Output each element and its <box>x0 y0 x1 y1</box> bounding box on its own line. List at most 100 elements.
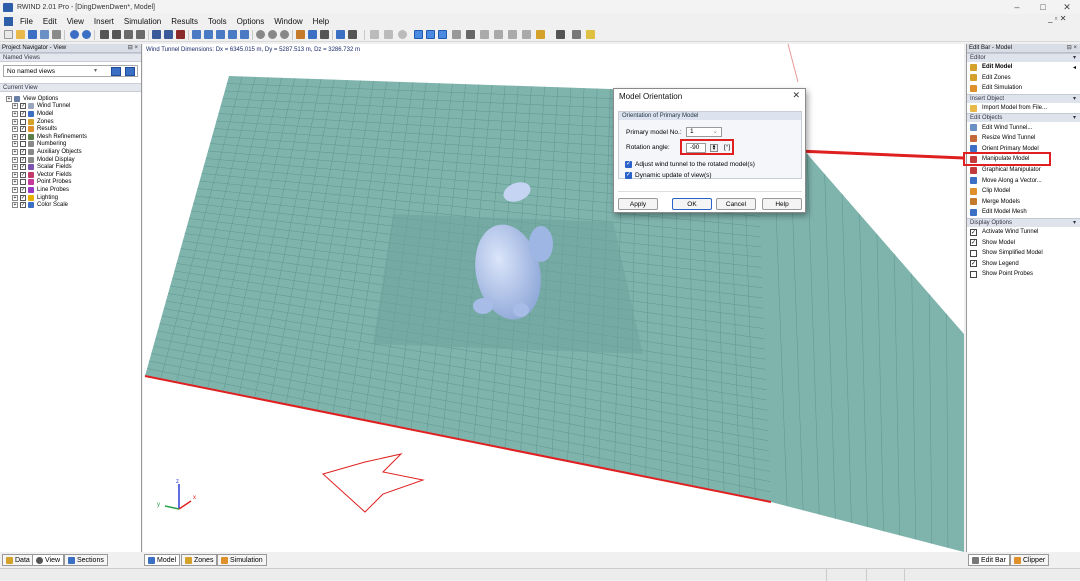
tool-o-icon[interactable] <box>572 30 581 39</box>
tool-h-icon[interactable] <box>466 30 475 39</box>
display-option-checkbox[interactable]: Show Point Probes <box>967 269 1080 280</box>
expand-icon[interactable]: + <box>12 202 18 209</box>
tree-checkbox[interactable]: ✓ <box>20 103 26 110</box>
tab-zones[interactable]: Zones <box>181 554 218 566</box>
view-top-icon[interactable] <box>228 30 237 39</box>
menu-simulation[interactable]: Simulation <box>119 17 166 26</box>
pin-icon[interactable]: ⊟ × <box>1067 45 1077 51</box>
manage-views-icon[interactable] <box>125 67 135 76</box>
adjust-tunnel-checkbox[interactable]: ✓ Adjust wind tunnel to the rotated mode… <box>625 161 755 168</box>
menu-window[interactable]: Window <box>269 17 307 26</box>
edit-bar-section-header[interactable]: Insert Object ▾ <box>967 93 1080 103</box>
tool-g-icon[interactable] <box>452 30 461 39</box>
tree-item[interactable]: + ✓ Scalar Fields <box>12 163 141 171</box>
tool-j-icon[interactable] <box>494 30 503 39</box>
edit-bar-section-header[interactable]: Display Options ▾ <box>967 217 1080 227</box>
tree-item[interactable]: + ✓ Results <box>12 125 141 133</box>
tool-i-icon[interactable] <box>480 30 489 39</box>
dropdown-icon[interactable] <box>320 30 329 39</box>
tool-a-icon[interactable] <box>370 30 379 39</box>
render-icon[interactable] <box>348 30 357 39</box>
maximize-button[interactable]: □ <box>1032 0 1054 14</box>
display-mode-icon[interactable] <box>308 30 317 39</box>
save-view-icon[interactable] <box>111 67 121 76</box>
find-icon[interactable] <box>100 30 109 39</box>
tree-item[interactable]: + Zones <box>12 118 141 126</box>
edit-bar-section-header[interactable]: Edit Objects ▾ <box>967 113 1080 123</box>
tree-item[interactable]: + View Options <box>6 95 141 103</box>
mesh-icon[interactable] <box>112 30 121 39</box>
edit-bar-item[interactable]: Clip Model <box>967 186 1080 197</box>
tree-item[interactable]: + Numbering <box>12 141 141 149</box>
expand-icon[interactable]: + <box>12 103 18 110</box>
edit-bar-item[interactable]: Move Along a Vector... <box>967 175 1080 186</box>
tree-item[interactable]: + ✓ Wind Tunnel <box>12 103 141 111</box>
edit-bar-item[interactable]: Merge Models <box>967 197 1080 208</box>
expand-icon[interactable]: + <box>12 133 18 140</box>
primary-model-select[interactable]: 1 ⌄ <box>686 127 722 137</box>
redo-icon[interactable] <box>82 30 91 39</box>
tree-checkbox[interactable]: ✓ <box>20 202 26 209</box>
edit-bar-item[interactable]: Import Model from File... <box>967 103 1080 114</box>
tab-simulation[interactable]: Simulation <box>217 554 267 566</box>
apply-button[interactable]: Apply <box>618 198 658 210</box>
tree-item[interactable]: + ✓ Line Probes <box>12 186 141 194</box>
help-button[interactable]: Help <box>762 198 802 210</box>
expand-icon[interactable]: + <box>12 118 18 125</box>
tab-sections[interactable]: Sections <box>64 554 108 566</box>
undo-icon[interactable] <box>70 30 79 39</box>
named-views-select[interactable]: No named views ▾ <box>3 65 138 77</box>
edit-bar-item[interactable]: Edit Model ◂ <box>967 62 1080 73</box>
expand-icon[interactable]: + <box>12 171 18 178</box>
ok-button[interactable]: OK <box>672 198 712 210</box>
view-bottom-icon[interactable] <box>240 30 249 39</box>
view-front-icon[interactable] <box>204 30 213 39</box>
close-icon[interactable]: ✕ <box>792 90 800 101</box>
menu-tools[interactable]: Tools <box>203 17 232 26</box>
tool-l-icon[interactable] <box>522 30 531 39</box>
tool-c-icon[interactable] <box>398 30 407 39</box>
expand-icon[interactable]: + <box>6 95 12 102</box>
tool-e-icon[interactable] <box>426 30 435 39</box>
rotate-icon[interactable] <box>256 30 265 39</box>
run-icon[interactable] <box>152 30 161 39</box>
expand-icon[interactable]: + <box>12 179 18 186</box>
display-option-checkbox[interactable]: ✓ Activate Wind Tunnel <box>967 227 1080 238</box>
menu-insert[interactable]: Insert <box>89 17 119 26</box>
tool-b-icon[interactable] <box>384 30 393 39</box>
model-viewport[interactable]: Wind Tunnel Dimensions: Dx = 6345.015 m,… <box>143 44 964 552</box>
open-icon[interactable] <box>16 30 25 39</box>
edit-bar-item[interactable]: Graphical Manipulator <box>967 165 1080 176</box>
pan-icon[interactable] <box>280 30 289 39</box>
display-icon[interactable] <box>296 30 305 39</box>
tree-checkbox[interactable]: ✓ <box>20 186 26 193</box>
tree-checkbox[interactable] <box>20 179 26 186</box>
tree-checkbox[interactable]: ✓ <box>20 148 26 155</box>
pin-icon[interactable]: ⊟ × <box>128 45 138 51</box>
calc-icon[interactable] <box>136 30 145 39</box>
wireframe-icon[interactable] <box>336 30 345 39</box>
expand-icon[interactable]: + <box>12 148 18 155</box>
expand-icon[interactable]: + <box>12 141 18 148</box>
tree-item[interactable]: + ✓ Auxiliary Objects <box>12 148 141 156</box>
tree-checkbox[interactable]: ✓ <box>20 194 26 201</box>
tree-item[interactable]: + ✓ Mesh Refinements <box>12 133 141 141</box>
tree-checkbox[interactable]: ✓ <box>20 133 26 140</box>
tab-data[interactable]: Data <box>2 554 34 566</box>
mdi-controls[interactable]: _ ▫ ✕ <box>1048 14 1066 23</box>
run-all-icon[interactable] <box>164 30 173 39</box>
tab-edit-bar[interactable]: Edit Bar <box>968 554 1010 566</box>
save-all-icon[interactable] <box>40 30 49 39</box>
expand-icon[interactable]: + <box>12 156 18 163</box>
menu-file[interactable]: File <box>15 17 38 26</box>
tree-item[interactable]: + ✓ Model <box>12 110 141 118</box>
tab-clipper[interactable]: Clipper <box>1010 554 1050 566</box>
display-option-checkbox[interactable]: ✓ Show Model <box>967 237 1080 248</box>
tree-checkbox[interactable]: ✓ <box>20 126 26 133</box>
expand-icon[interactable]: + <box>12 126 18 133</box>
tree-checkbox[interactable]: ✓ <box>20 164 26 171</box>
tree-item[interactable]: + ✓ Vector Fields <box>12 171 141 179</box>
results-icon[interactable] <box>176 30 185 39</box>
menu-view[interactable]: View <box>62 17 89 26</box>
tree-item[interactable]: + ✓ Model Display <box>12 156 141 164</box>
